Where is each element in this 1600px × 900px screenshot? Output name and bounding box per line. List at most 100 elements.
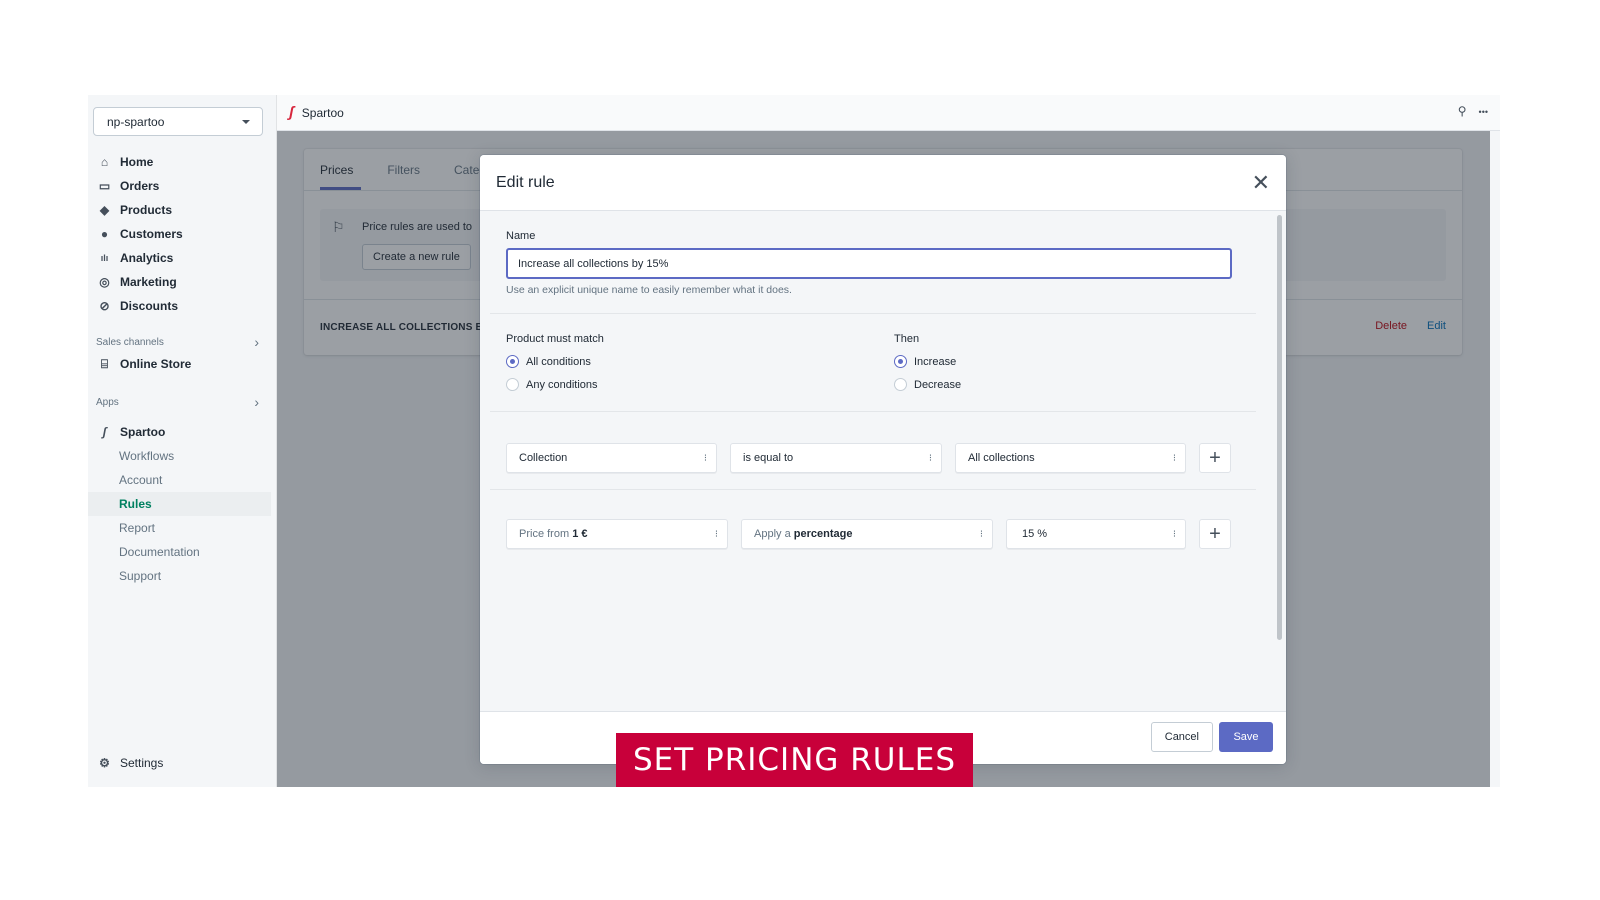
apply-prefix: Apply a [754,528,794,540]
sub-item-support[interactable]: Support [88,564,277,588]
spartoo-logo-icon: ʃ [289,104,294,121]
chevron-right-icon: › [254,394,259,410]
sub-item-rules[interactable]: Rules [88,492,271,516]
modal-body: Name Use an explicit unique name to easi… [480,211,1276,711]
radio-label: Any conditions [526,378,598,391]
save-button[interactable]: Save [1219,722,1273,752]
divider [490,313,1256,314]
bar-chart-icon: ılı [100,253,109,263]
select-value: All collections [968,452,1035,464]
radio-label: All conditions [526,355,591,368]
person-icon: ● [100,227,109,241]
condition-value-select[interactable]: All collections ⁝ [955,443,1186,473]
add-condition-button[interactable]: + [1199,443,1231,473]
match-label: Product must match [506,333,604,345]
close-icon[interactable]: ✕ [1252,171,1270,194]
condition-field-select[interactable]: Collection ⁝ [506,443,717,473]
nav-item-customers[interactable]: ● Customers [88,222,277,246]
sub-item-report[interactable]: Report [88,516,277,540]
pin-icon[interactable]: ⚲ [1458,104,1467,120]
store-selector[interactable]: np-spartoo [93,107,263,136]
nav-label: Discounts [120,299,179,313]
nav-item-products[interactable]: ◆ Products [88,198,277,222]
nav-label: Analytics [120,251,174,265]
nav-item-settings[interactable]: ⚙ Settings [88,751,163,775]
main-nav: ⌂ Home ▭ Orders ◆ Products ● Customers ı… [88,150,277,588]
radio-any-conditions[interactable]: Any conditions [506,378,598,391]
select-stepper-icon: ⁝ [703,452,707,464]
select-value: 15 % [1022,528,1048,540]
radio-all-conditions[interactable]: All conditions [506,355,591,368]
modal-header: Edit rule ✕ [480,155,1286,211]
nav-label: Products [120,203,173,217]
price-value: 1 € [572,528,588,540]
select-stepper-icon: ⁝ [1172,528,1176,540]
app-topbar: ʃ Spartoo ⚲ ••• [277,95,1500,131]
name-label: Name [506,230,536,242]
caption-banner: SET PRICING RULES [616,733,973,787]
select-value: Price from 1 € [519,528,587,540]
amount-select[interactable]: 15 % ⁝ [1006,519,1186,549]
price-range-select[interactable]: Price from 1 € ⁝ [506,519,728,549]
sidebar: np-spartoo ⌂ Home ▭ Orders ◆ Products ● … [88,95,277,787]
radio-label: Increase [914,355,957,368]
apply-type-select[interactable]: Apply a percentage ⁝ [741,519,993,549]
nav-item-marketing[interactable]: ◎ Marketing [88,270,277,294]
nav-item-home[interactable]: ⌂ Home [88,150,277,174]
plus-icon: + [1209,446,1221,469]
apps-label: Apps [96,396,119,408]
apps-header[interactable]: Apps › [88,392,277,412]
nav-label: Marketing [120,275,177,289]
cancel-button[interactable]: Cancel [1150,722,1213,752]
nav-item-analytics[interactable]: ılı Analytics [88,246,277,270]
sub-item-documentation[interactable]: Documentation [88,540,277,564]
radio-unchecked-icon [506,378,519,391]
sub-item-workflows[interactable]: Workflows [88,444,277,468]
nav-item-discounts[interactable]: ⊘ Discounts [88,294,277,318]
gear-icon: ⚙ [99,756,110,770]
nav-item-orders[interactable]: ▭ Orders [88,174,277,198]
radio-unchecked-icon [894,378,907,391]
sales-channels-header[interactable]: Sales channels › [88,332,277,352]
apply-value: percentage [793,528,853,540]
select-value: Apply a percentage [754,528,852,540]
select-stepper-icon: ⁝ [979,528,983,540]
discount-icon: ⊘ [99,299,110,313]
nav-label: Orders [120,179,160,193]
then-label: Then [894,333,920,345]
modal-scrollbar[interactable] [1277,215,1282,640]
nav-item-spartoo[interactable]: ʃ Spartoo [88,420,277,444]
radio-label: Decrease [914,378,962,391]
nav-label: Home [120,155,154,169]
target-icon: ◎ [99,275,110,289]
nav-label: Customers [120,227,183,241]
divider [490,411,1256,412]
select-value: Collection [519,452,568,464]
add-action-button[interactable]: + [1199,519,1231,549]
radio-checked-icon [894,355,907,368]
more-icon[interactable]: ••• [1479,104,1488,120]
sub-item-account[interactable]: Account [88,468,277,492]
radio-increase[interactable]: Increase [894,355,956,368]
select-stepper-icon: ⁝ [1172,452,1176,464]
rule-name-input[interactable] [506,248,1232,279]
select-stepper-icon: ⁝ [714,528,718,540]
orders-icon: ▭ [98,179,111,193]
home-icon: ⌂ [100,155,109,169]
select-value: is equal to [743,452,794,464]
store-name: np-spartoo [107,114,165,129]
chevron-right-icon: › [254,334,259,350]
caret-down-icon [242,119,250,124]
radio-decrease[interactable]: Decrease [894,378,961,391]
condition-operator-select[interactable]: is equal to ⁝ [730,443,942,473]
nav-item-online-store[interactable]: ⌸ Online Store [88,352,277,376]
radio-checked-icon [506,355,519,368]
edit-rule-modal: Edit rule ✕ Name Use an explicit unique … [480,155,1286,764]
price-prefix: Price from [519,528,573,540]
nav-label: Online Store [120,357,192,371]
sales-channels-label: Sales channels [96,336,164,348]
tag-icon: ◆ [99,203,110,217]
spartoo-logo-icon: ʃ [102,425,107,439]
store-icon: ⌸ [100,356,109,371]
divider [490,489,1256,490]
